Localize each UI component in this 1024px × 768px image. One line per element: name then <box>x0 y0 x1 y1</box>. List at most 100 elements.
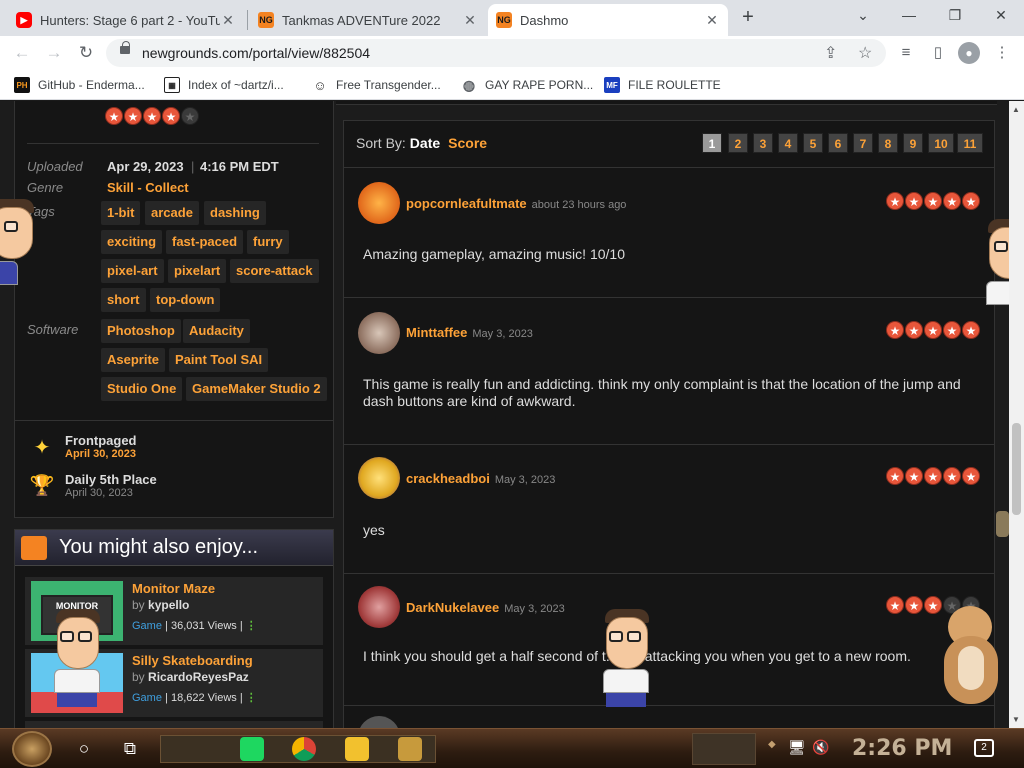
page-button-6[interactable]: 6 <box>828 133 848 153</box>
avatar[interactable] <box>358 182 400 224</box>
close-icon[interactable]: ✕ <box>462 12 478 29</box>
sort-date-option[interactable]: Date <box>410 135 440 151</box>
url-text[interactable]: newgrounds.com/portal/view/882504 <box>142 45 370 61</box>
search-circle-icon[interactable]: ○ <box>72 737 96 761</box>
page-button-3[interactable]: 3 <box>753 133 773 153</box>
author-link[interactable]: kypello <box>148 598 189 612</box>
minimize-button[interactable]: — <box>886 0 932 30</box>
tab-title: Hunters: Stage 6 part 2 - YouTube <box>40 12 220 28</box>
software-link[interactable]: GameMaker Studio 2 <box>186 377 327 401</box>
username-link[interactable]: crackheadboi <box>406 471 490 486</box>
game-title-link[interactable]: Monitor Maze <box>132 581 215 596</box>
media-controls-icon[interactable]: ≡ <box>896 43 916 63</box>
page-button-2[interactable]: 2 <box>728 133 748 153</box>
chrome-icon[interactable] <box>292 737 316 761</box>
side-panel-icon[interactable]: ▯ <box>928 43 948 63</box>
back-button[interactable]: ← <box>10 41 34 65</box>
username-link[interactable]: DarkNukelavee <box>406 600 499 615</box>
glasses-icon <box>609 631 623 642</box>
tray-chevron-icon[interactable]: ◆ <box>768 739 776 750</box>
notification-icon[interactable]: 2 <box>974 739 994 757</box>
scroll-down-icon[interactable]: ▼ <box>1012 715 1020 724</box>
tag-link[interactable]: furry <box>247 230 289 254</box>
tab-search-button[interactable]: ⌄ <box>840 0 886 30</box>
sort-score-option[interactable]: Score <box>448 135 487 151</box>
avatar[interactable] <box>358 716 400 728</box>
bookmark-free-trans[interactable]: ☺ Free Transgender... <box>312 76 440 94</box>
hamster-buddy-cartoon[interactable] <box>940 606 1002 706</box>
bookmark-star-icon[interactable]: ☆ <box>858 43 872 63</box>
page-button-10[interactable]: 10 <box>928 133 954 153</box>
lock-icon[interactable] <box>120 41 130 54</box>
page-button-1[interactable]: 1 <box>702 133 722 153</box>
scrollbar-thumb[interactable] <box>1012 423 1021 515</box>
tag-link[interactable]: score-attack <box>230 259 319 283</box>
uploaded-date: Apr 29, 2023 <box>107 159 184 174</box>
new-tab-button[interactable]: + <box>736 4 760 32</box>
start-button[interactable] <box>12 731 52 767</box>
network-icon[interactable]: 🖥 <box>788 739 806 756</box>
review-time: May 3, 2023 <box>472 328 533 340</box>
username-link[interactable]: Minttaffee <box>406 325 467 340</box>
scroll-up-icon[interactable]: ▲ <box>1012 105 1020 114</box>
close-icon[interactable]: ✕ <box>220 12 236 29</box>
bookmark-github[interactable]: PH GitHub - Enderma... <box>14 76 145 94</box>
share-icon[interactable]: ⇪ <box>824 43 837 63</box>
bee-cartoon-icon[interactable] <box>996 511 1009 537</box>
menu-kebab-icon[interactable]: ⋮ <box>992 43 1012 63</box>
page-button-8[interactable]: 8 <box>878 133 898 153</box>
page-button-11[interactable]: 11 <box>957 133 983 153</box>
recommendation-item[interactable] <box>25 721 323 728</box>
software-link[interactable]: Photoshop <box>101 319 181 343</box>
volume-muted-icon[interactable]: 🔇 <box>812 739 829 756</box>
author-link[interactable]: RicardoReyesPaz <box>148 670 249 684</box>
task-view-icon[interactable]: ⧉ <box>118 737 142 761</box>
avatar[interactable] <box>358 457 400 499</box>
reload-button[interactable]: ↻ <box>74 41 98 65</box>
genre-link[interactable]: Skill - Collect <box>107 180 189 195</box>
tag-link[interactable]: exciting <box>101 230 163 254</box>
spotify-icon[interactable] <box>240 737 264 761</box>
avatar[interactable] <box>358 312 400 354</box>
software-link[interactable]: Paint Tool SAI <box>169 348 269 372</box>
tab-tankmas[interactable]: NG Tankmas ADVENTure 2022 ✕ <box>250 4 486 36</box>
tag-link[interactable]: dashing <box>204 201 266 225</box>
game-icon[interactable] <box>398 737 422 761</box>
tab-dashmo[interactable]: NG Dashmo ✕ <box>488 4 728 36</box>
bookmark-file-roulette[interactable]: MF FILE ROULETTE <box>604 76 721 94</box>
page-button-9[interactable]: 9 <box>903 133 923 153</box>
globe-icon: ◍ <box>462 76 476 93</box>
game-type: Game <box>132 620 162 632</box>
page-button-7[interactable]: 7 <box>853 133 873 153</box>
tag-link[interactable]: top-down <box>150 288 221 312</box>
bookmark-gay[interactable]: ◍ GAY RAPE PORN... <box>461 76 593 94</box>
address-bar[interactable]: newgrounds.com/portal/view/882504 ⇪ ☆ <box>106 39 886 67</box>
reviews-top-border <box>336 101 997 105</box>
game-title-link[interactable]: Silly Skateboarding <box>132 653 253 668</box>
restore-button[interactable]: ❐ <box>932 0 978 30</box>
tag-link[interactable]: fast-paced <box>166 230 244 254</box>
tag-link[interactable]: 1-bit <box>101 201 141 225</box>
software-link[interactable]: Studio One <box>101 377 183 401</box>
tag-link[interactable]: short <box>101 288 146 312</box>
forward-button[interactable]: → <box>42 41 66 65</box>
tag-link[interactable]: pixelart <box>168 259 227 283</box>
tag-link[interactable]: arcade <box>145 201 199 225</box>
taskbar-clock[interactable]: 2:26 PM <box>852 736 952 761</box>
star-icon: ★ <box>886 596 904 614</box>
tag-link[interactable]: pixel-art <box>101 259 164 283</box>
page-scrollbar[interactable]: ▲ ▼ <box>1009 101 1024 728</box>
profile-avatar-icon[interactable]: ● <box>958 42 980 64</box>
tab-youtube[interactable]: ▶ Hunters: Stage 6 part 2 - YouTube ✕ <box>8 4 244 36</box>
file-explorer-icon[interactable] <box>345 737 369 761</box>
software-link[interactable]: Aseprite <box>101 348 166 372</box>
close-icon[interactable]: ✕ <box>704 12 720 29</box>
bookmark-index[interactable]: ▦ Index of ~dartz/i... <box>164 76 284 94</box>
close-window-button[interactable]: ✕ <box>978 0 1024 30</box>
username-link[interactable]: popcornleafultmate <box>406 196 527 211</box>
page-button-4[interactable]: 4 <box>778 133 798 153</box>
software-link[interactable]: Audacity <box>183 319 250 343</box>
page-button-5[interactable]: 5 <box>803 133 823 153</box>
avatar[interactable] <box>358 586 400 628</box>
review-stars: ★★★★★ <box>886 192 980 210</box>
